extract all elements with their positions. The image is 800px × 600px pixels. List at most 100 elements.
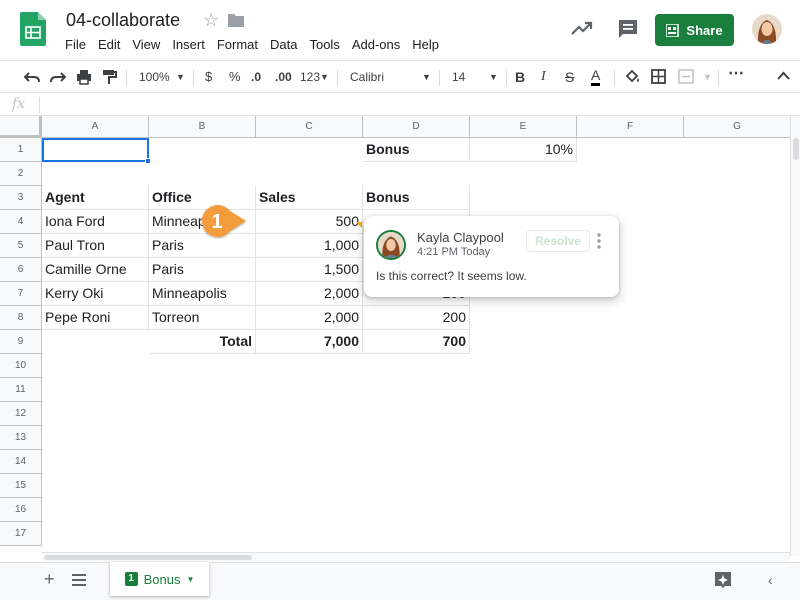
- paint-format-icon[interactable]: [101, 69, 117, 85]
- cell-b9[interactable]: Total: [149, 330, 256, 354]
- row-header-13[interactable]: 13: [0, 426, 42, 450]
- increase-decimal-button[interactable]: .00: [275, 68, 292, 86]
- cell-a3[interactable]: Agent: [42, 186, 149, 210]
- row-header-5[interactable]: 5: [0, 234, 42, 258]
- row-header-3[interactable]: 3: [0, 186, 42, 210]
- font-dropdown-icon[interactable]: ▼: [422, 68, 431, 86]
- format-percent-button[interactable]: %: [229, 68, 241, 86]
- font-size-select[interactable]: 14: [452, 68, 465, 86]
- menu-tools[interactable]: Tools: [303, 36, 345, 53]
- undo-icon[interactable]: [24, 70, 40, 84]
- explore-icon[interactable]: [714, 571, 732, 589]
- font-size-dropdown-icon[interactable]: ▼: [489, 68, 498, 86]
- sheet-tab-dropdown-icon[interactable]: ▼: [186, 575, 194, 584]
- comment-card[interactable]: Kayla Claypool 4:21 PM Today Resolve Is …: [364, 216, 619, 297]
- more-vert-icon[interactable]: [596, 233, 602, 249]
- menu-format[interactable]: Format: [211, 36, 264, 53]
- row-header-7[interactable]: 7: [0, 282, 42, 306]
- cell-c7[interactable]: 2,000: [256, 282, 363, 306]
- collapse-menu-icon[interactable]: [777, 71, 790, 80]
- all-sheets-list-icon[interactable]: [72, 574, 86, 586]
- menu-insert[interactable]: Insert: [166, 36, 211, 53]
- decrease-decimal-button[interactable]: .0: [251, 68, 261, 86]
- spreadsheet-grid[interactable]: A B C D E F G 1 2 3 4 5 6 7 8 9 10 11 12…: [0, 116, 790, 556]
- cell-d9[interactable]: 700: [363, 330, 470, 354]
- row-header-16[interactable]: 16: [0, 498, 42, 522]
- merge-dropdown-icon[interactable]: ▼: [703, 68, 712, 86]
- sheet-tab-bonus[interactable]: 1 Bonus ▼: [110, 562, 209, 596]
- row-header-2[interactable]: 2: [0, 162, 42, 186]
- cell-c8[interactable]: 2,000: [256, 306, 363, 330]
- row-header-9[interactable]: 9: [0, 330, 42, 354]
- row-header-15[interactable]: 15: [0, 474, 42, 498]
- horizontal-scroll-thumb[interactable]: [44, 555, 252, 560]
- document-title[interactable]: 04-collaborate: [66, 10, 180, 31]
- select-all-corner[interactable]: [0, 116, 42, 138]
- row-header-4[interactable]: 4: [0, 210, 42, 234]
- cell-a6[interactable]: Camille Orne: [42, 258, 149, 282]
- fill-handle[interactable]: [145, 158, 151, 164]
- fill-color-icon[interactable]: [624, 69, 640, 85]
- cell-c4[interactable]: 500: [256, 210, 363, 234]
- zoom-dropdown-icon[interactable]: ▼: [176, 68, 185, 86]
- print-icon[interactable]: [76, 69, 92, 85]
- cell-a8[interactable]: Pepe Roni: [42, 306, 149, 330]
- cell-c9[interactable]: 7,000: [256, 330, 363, 354]
- share-button[interactable]: Share: [655, 14, 734, 46]
- more-formats-button[interactable]: 123: [300, 68, 320, 86]
- column-header-a[interactable]: A: [42, 116, 149, 138]
- borders-icon[interactable]: [651, 69, 666, 84]
- cell-b8[interactable]: Torreon: [149, 306, 256, 330]
- text-color-button[interactable]: A: [591, 68, 601, 86]
- menu-data[interactable]: Data: [264, 36, 303, 53]
- cell-a4[interactable]: Iona Ford: [42, 210, 149, 234]
- cell-c6[interactable]: 1,500: [256, 258, 363, 282]
- merge-cells-icon[interactable]: [678, 69, 694, 84]
- cell-b7[interactable]: Minneapolis: [149, 282, 256, 306]
- redo-icon[interactable]: [50, 70, 66, 84]
- strikethrough-button[interactable]: S: [565, 68, 574, 86]
- bold-button[interactable]: B: [515, 68, 525, 86]
- cell-a7[interactable]: Kerry Oki: [42, 282, 149, 306]
- row-header-1[interactable]: 1: [0, 138, 42, 162]
- column-header-f[interactable]: F: [577, 116, 684, 138]
- user-avatar[interactable]: [752, 14, 782, 44]
- menu-view[interactable]: View: [126, 36, 166, 53]
- cell-a5[interactable]: Paul Tron: [42, 234, 149, 258]
- zoom-select[interactable]: 100%: [139, 68, 170, 86]
- row-header-11[interactable]: 11: [0, 378, 42, 402]
- sheets-logo-icon[interactable]: [20, 12, 46, 46]
- menu-addons[interactable]: Add-ons: [346, 36, 406, 53]
- menu-help[interactable]: Help: [406, 36, 445, 53]
- vertical-scroll-thumb[interactable]: [793, 138, 799, 160]
- comment-marker-icon[interactable]: [356, 222, 362, 228]
- cell-c5[interactable]: 1,000: [256, 234, 363, 258]
- cell-e1[interactable]: 10%: [470, 138, 577, 162]
- folder-icon[interactable]: [228, 13, 244, 27]
- column-header-g[interactable]: G: [684, 116, 790, 138]
- more-options-button[interactable]: ⋯: [728, 65, 744, 83]
- star-icon[interactable]: ☆: [203, 10, 219, 31]
- cell-d8[interactable]: 200: [363, 306, 470, 330]
- column-header-c[interactable]: C: [256, 116, 363, 138]
- activity-trend-icon[interactable]: [570, 18, 594, 38]
- column-header-e[interactable]: E: [470, 116, 577, 138]
- row-header-10[interactable]: 10: [0, 354, 42, 378]
- resolve-button[interactable]: Resolve: [526, 230, 590, 252]
- row-header-14[interactable]: 14: [0, 450, 42, 474]
- menu-file[interactable]: File: [59, 36, 92, 53]
- row-header-6[interactable]: 6: [0, 258, 42, 282]
- cell-d3[interactable]: Bonus: [363, 186, 470, 210]
- formula-bar[interactable]: fx: [0, 94, 800, 116]
- menu-edit[interactable]: Edit: [92, 36, 126, 53]
- row-header-17[interactable]: 17: [0, 522, 42, 546]
- cell-b6[interactable]: Paris: [149, 258, 256, 282]
- font-select[interactable]: Calibri: [350, 68, 384, 86]
- horizontal-scrollbar[interactable]: [42, 552, 790, 562]
- row-header-12[interactable]: 12: [0, 402, 42, 426]
- add-sheet-button[interactable]: +: [44, 569, 55, 590]
- cell-d1[interactable]: Bonus: [363, 138, 470, 162]
- column-header-d[interactable]: D: [363, 116, 470, 138]
- vertical-scrollbar[interactable]: [790, 116, 800, 556]
- italic-button[interactable]: I: [541, 68, 546, 86]
